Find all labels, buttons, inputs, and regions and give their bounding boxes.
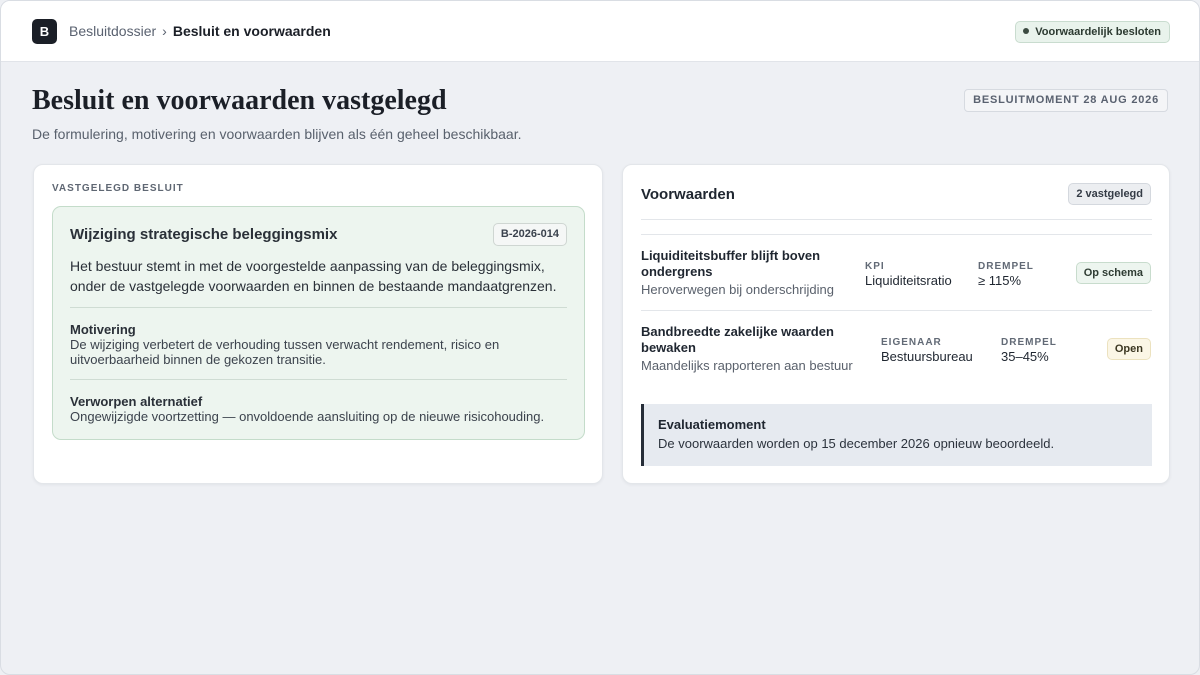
rejected-alternative-text: Ongewijzigde voortzetting — onvoldoende …: [70, 409, 545, 424]
threshold-value: 35–45%: [1001, 349, 1049, 364]
threshold-label: DREMPEL: [1001, 337, 1057, 348]
status-pill-on-track: Op schema: [1075, 262, 1151, 284]
evaluation-text: De voorwaarden worden op 15 december 202…: [658, 436, 1055, 451]
divider: [641, 310, 1152, 311]
divider: [641, 219, 1152, 220]
decision-card: VASTGELEGD BESLUIT Wijziging strategisch…: [33, 164, 603, 484]
motivation-label: Motivering: [70, 322, 136, 337]
divider: [641, 234, 1152, 235]
status-dot-icon: [1023, 28, 1030, 34]
evaluation-label: Evaluatiemoment: [658, 417, 766, 432]
owner-value: Bestuursbureau: [881, 349, 973, 364]
condition-name: Bandbreedte zakelijke waarden bewaken: [641, 324, 834, 355]
breadcrumb: Besluitdossier › Besluit en voorwaarden: [69, 23, 331, 40]
threshold-label: DREMPEL: [978, 261, 1034, 272]
breadcrumb-parent-link[interactable]: Besluitdossier: [69, 23, 156, 39]
breadcrumb-current: Besluit en voorwaarden: [172, 23, 331, 39]
conditions-count-badge: 2 vastgelegd: [1068, 183, 1151, 205]
kpi-value: Liquiditeitsratio: [865, 273, 952, 288]
decision-moment-badge: BESLUITMOMENT 28 AUG 2026: [964, 89, 1168, 112]
status-badge: Voorwaardelijk besloten: [1015, 21, 1170, 43]
condition-name: Liquiditeitsbuffer blijft boven ondergre…: [641, 248, 821, 279]
page-title: Besluit en voorwaarden vastgelegd: [32, 85, 447, 116]
divider: [70, 379, 567, 380]
breadcrumb-separator-icon: ›: [162, 23, 167, 39]
kpi-label: KPI: [865, 261, 885, 272]
threshold-value: ≥ 115%: [978, 273, 1022, 288]
motivation-text: De wijziging verbetert de verhouding tus…: [70, 337, 500, 367]
status-pill-open: Open: [1106, 338, 1151, 360]
decision-id-badge: B-2026-014: [492, 223, 567, 246]
conditions-title: Voorwaarden: [641, 186, 735, 203]
rejected-alternative-label: Verworpen alternatief: [70, 394, 203, 409]
decision-box: Wijziging strategische beleggingsmix B-2…: [52, 206, 585, 440]
top-bar: B Besluitdossier › Besluit en voorwaarden …: [1, 1, 1199, 62]
page-subtitle: De formulering, motivering en voorwaarde…: [32, 126, 522, 142]
section-label: VASTGELEGD BESLUIT: [52, 183, 184, 194]
decision-text: Het bestuur stemt in met de voorgestelde…: [70, 258, 557, 294]
decision-title: Wijziging strategische beleggingsmix: [70, 226, 338, 243]
condition-description: Heroverwegen bij onderschrijding: [641, 282, 834, 297]
evaluation-callout: Evaluatiemoment De voorwaarden worden op…: [641, 404, 1152, 466]
divider: [70, 307, 567, 308]
app-window: B Besluitdossier › Besluit en voorwaarden …: [0, 0, 1200, 675]
condition-description: Maandelijks rapporteren aan bestuur: [641, 358, 853, 373]
conditions-card: Voorwaarden 2 vastgelegd Liquiditeitsbuf…: [622, 164, 1170, 484]
status-badge-label: Voorwaardelijk besloten: [1035, 26, 1161, 38]
app-logo[interactable]: B: [32, 19, 57, 44]
owner-label: EIGENAAR: [881, 337, 942, 348]
